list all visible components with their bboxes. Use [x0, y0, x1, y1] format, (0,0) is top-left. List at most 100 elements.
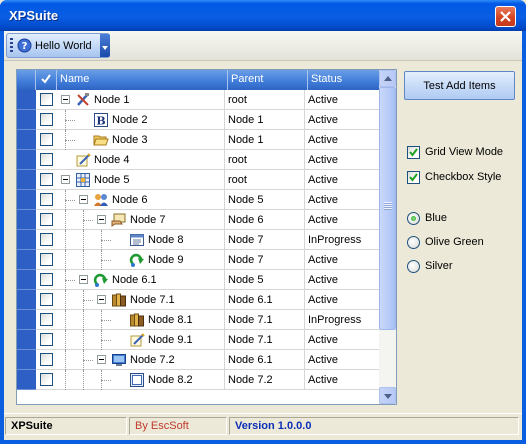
row-checkbox[interactable]: [40, 373, 53, 386]
hello-world-button[interactable]: ? Hello World: [17, 36, 99, 55]
collapse-toggle[interactable]: [61, 175, 70, 184]
status-cell[interactable]: Active: [308, 270, 338, 290]
name-cell[interactable]: Node 9.1: [57, 330, 225, 350]
row-selector[interactable]: [17, 350, 36, 370]
status-cell[interactable]: Active: [308, 250, 338, 270]
name-cell[interactable]: Node 9: [57, 250, 225, 270]
parent-cell[interactable]: Node 5: [228, 190, 305, 210]
status-cell[interactable]: Active: [308, 110, 338, 130]
name-cell[interactable]: Node 3: [57, 130, 225, 150]
status-cell[interactable]: Active: [308, 210, 338, 230]
parent-cell[interactable]: Node 6.1: [228, 350, 305, 370]
scroll-down-button[interactable]: [379, 387, 396, 404]
status-cell[interactable]: Active: [308, 150, 338, 170]
table-row[interactable]: Node 6.1 Node 5 Active: [17, 270, 379, 290]
parent-cell[interactable]: Node 1: [228, 110, 305, 130]
scroll-thumb[interactable]: [379, 87, 396, 330]
theme-radio-blue[interactable]: Blue: [407, 210, 447, 226]
row-selector[interactable]: [17, 130, 36, 150]
name-cell[interactable]: Node 8: [57, 230, 225, 250]
tree-grid[interactable]: Name Parent Status Node 1 root Active B Node…: [16, 69, 397, 405]
table-row[interactable]: Node 7.1 Node 6.1 Active: [17, 290, 379, 310]
parent-cell[interactable]: Node 7.2: [228, 370, 305, 390]
scroll-up-button[interactable]: [379, 70, 396, 87]
name-cell[interactable]: Node 5: [57, 170, 225, 190]
name-cell[interactable]: Node 7: [57, 210, 225, 230]
status-cell[interactable]: Active: [308, 370, 338, 390]
row-checkbox[interactable]: [40, 353, 53, 366]
radio-silver[interactable]: [407, 259, 420, 273]
status-cell[interactable]: Active: [308, 170, 338, 190]
row-selector[interactable]: [17, 190, 36, 210]
grid-view-mode-checkbox[interactable]: Grid View Mode: [407, 144, 503, 160]
row-checkbox[interactable]: [40, 173, 53, 186]
title-bar[interactable]: XPSuite: [0, 0, 526, 31]
status-cell[interactable]: Active: [308, 90, 338, 110]
table-row[interactable]: B Node 2 Node 1 Active: [17, 110, 379, 130]
test-add-items-button[interactable]: Test Add Items: [404, 71, 515, 100]
name-cell[interactable]: Node 1: [57, 90, 225, 110]
name-cell[interactable]: Node 8.1: [57, 310, 225, 330]
table-row[interactable]: Node 4 root Active: [17, 150, 379, 170]
row-checkbox[interactable]: [40, 313, 53, 326]
row-checkbox[interactable]: [40, 213, 53, 226]
radio-blue[interactable]: [407, 211, 420, 225]
parent-cell[interactable]: Node 7.1: [228, 330, 305, 350]
parent-cell[interactable]: Node 5: [228, 270, 305, 290]
row-checkbox[interactable]: [40, 233, 53, 246]
vertical-scrollbar[interactable]: [379, 70, 396, 404]
name-cell[interactable]: Node 8.2: [57, 370, 225, 390]
table-row[interactable]: Node 7.2 Node 6.1 Active: [17, 350, 379, 370]
radio-olive-green[interactable]: [407, 235, 420, 249]
toolbar-overflow-button[interactable]: [100, 34, 110, 57]
collapse-toggle[interactable]: [79, 275, 88, 284]
row-selector[interactable]: [17, 90, 36, 110]
parent-cell[interactable]: Node 7: [228, 230, 305, 250]
collapse-toggle[interactable]: [79, 195, 88, 204]
parent-cell[interactable]: root: [228, 170, 305, 190]
parent-cell[interactable]: root: [228, 90, 305, 110]
row-checkbox[interactable]: [40, 293, 53, 306]
parent-cell[interactable]: Node 6.1: [228, 290, 305, 310]
name-cell[interactable]: Node 4: [57, 150, 225, 170]
name-cell[interactable]: Node 7.2: [57, 350, 225, 370]
column-header-parent[interactable]: Parent: [228, 70, 308, 90]
column-header-status[interactable]: Status: [308, 70, 379, 90]
parent-cell[interactable]: Node 7: [228, 250, 305, 270]
table-row[interactable]: Node 6 Node 5 Active: [17, 190, 379, 210]
collapse-toggle[interactable]: [61, 95, 70, 104]
row-selector[interactable]: [17, 210, 36, 230]
status-cell[interactable]: InProgress: [308, 310, 361, 330]
parent-cell[interactable]: Node 6: [228, 210, 305, 230]
collapse-toggle[interactable]: [97, 295, 106, 304]
table-row[interactable]: Node 7 Node 6 Active: [17, 210, 379, 230]
row-checkbox[interactable]: [40, 133, 53, 146]
checkbox-style-checkbox[interactable]: Checkbox Style: [407, 169, 501, 185]
grid-view-mode-box[interactable]: [407, 145, 420, 159]
table-row[interactable]: Node 8.2 Node 7.2 Active: [17, 370, 379, 390]
header-check-column[interactable]: [36, 70, 57, 90]
checkbox-style-box[interactable]: [407, 170, 420, 184]
table-row[interactable]: Node 1 root Active: [17, 90, 379, 110]
table-row[interactable]: Node 5 root Active: [17, 170, 379, 190]
row-checkbox[interactable]: [40, 253, 53, 266]
name-cell[interactable]: B Node 2: [57, 110, 225, 130]
name-cell[interactable]: Node 6: [57, 190, 225, 210]
row-checkbox[interactable]: [40, 93, 53, 106]
status-cell[interactable]: Active: [308, 130, 338, 150]
theme-radio-olive-green[interactable]: Olive Green: [407, 234, 484, 250]
row-selector[interactable]: [17, 230, 36, 250]
parent-cell[interactable]: root: [228, 150, 305, 170]
table-row[interactable]: Node 8.1 Node 7.1 InProgress: [17, 310, 379, 330]
table-row[interactable]: Node 3 Node 1 Active: [17, 130, 379, 150]
table-row[interactable]: Node 9.1 Node 7.1 Active: [17, 330, 379, 350]
row-selector[interactable]: [17, 170, 36, 190]
row-checkbox[interactable]: [40, 153, 53, 166]
row-selector[interactable]: [17, 110, 36, 130]
row-selector[interactable]: [17, 150, 36, 170]
table-row[interactable]: Node 9 Node 7 Active: [17, 250, 379, 270]
collapse-toggle[interactable]: [97, 355, 106, 364]
name-cell[interactable]: Node 7.1: [57, 290, 225, 310]
row-selector[interactable]: [17, 290, 36, 310]
status-cell[interactable]: Active: [308, 190, 338, 210]
